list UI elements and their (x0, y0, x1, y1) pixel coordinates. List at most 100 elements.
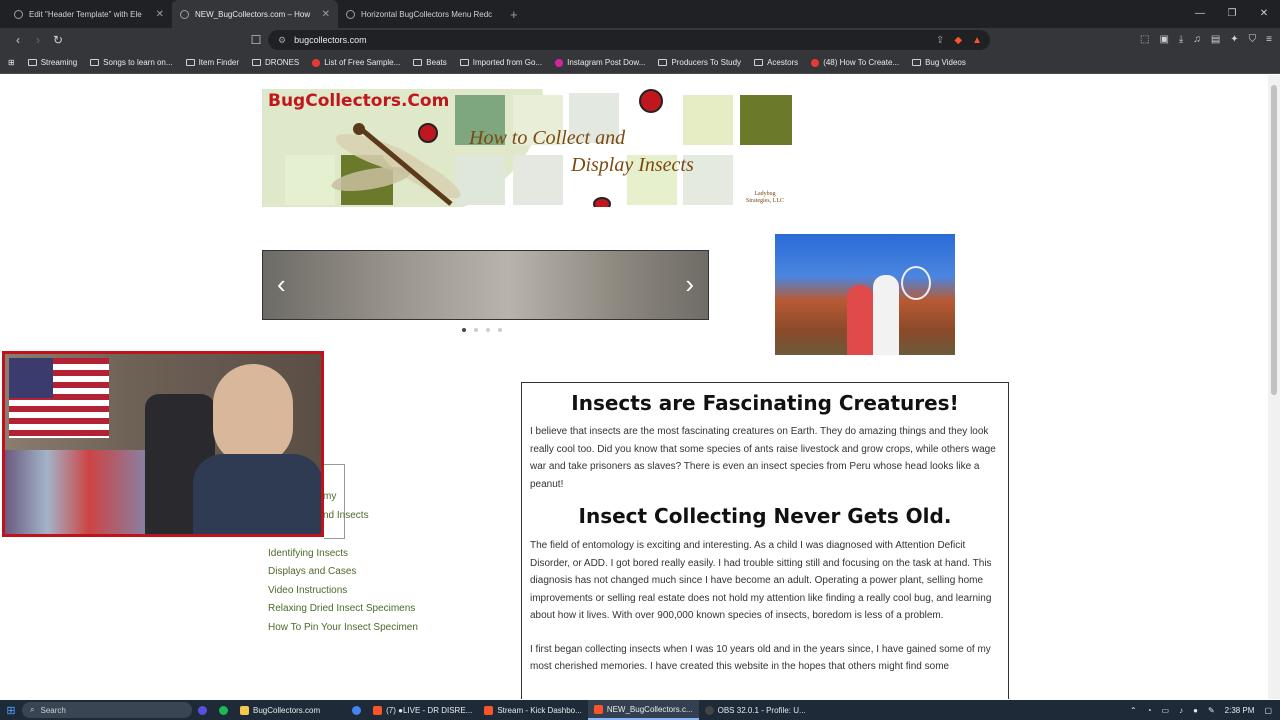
taskbar-app[interactable]: Stream - Kick Dashbo... (478, 700, 587, 720)
copilot-icon (198, 705, 207, 715)
bookmark-item[interactable]: Streaming (27, 58, 77, 67)
sidebar-icon[interactable]: ▣ (1159, 34, 1168, 45)
sidebar-item-partial[interactable]: my (323, 491, 336, 502)
display-icon[interactable]: ▭ (1162, 706, 1170, 715)
notifications-icon[interactable]: ▢ (1264, 706, 1272, 715)
close-window-icon[interactable]: ✕ (1248, 0, 1280, 28)
taskbar-app[interactable]: OBS 32.0.1 - Profile: U... (699, 700, 812, 720)
browser-toolbar: ‹ › ↻ ☐ ⚙ bugcollectors.com ⇪ ◆ ▲ ⬚ ▣ ⤓ … (0, 28, 1280, 52)
bookmark-item[interactable]: Beats (413, 58, 447, 67)
sidebar-item-partial[interactable]: nd Insects (323, 510, 369, 521)
forward-icon[interactable]: › (28, 33, 48, 47)
tab-bugcollectors[interactable]: NEW_BugCollectors.com – How ✕ (172, 0, 338, 28)
bookmark-item[interactable]: List of Free Sample... (312, 58, 400, 67)
site-banner[interactable]: BugCollectors.Com How to Collect and Dis… (262, 89, 792, 207)
bookmark-item[interactable]: (48) How To Create... (811, 58, 899, 67)
apps-icon[interactable]: ⊞ (8, 58, 15, 67)
brave-icon (484, 705, 494, 715)
taskbar-app[interactable]: BugCollectors.com (234, 700, 326, 720)
volume-icon[interactable]: ♪ (1179, 706, 1183, 715)
brave-rewards-icon[interactable]: ▲ (972, 35, 982, 46)
vpn-icon[interactable]: ⛉ (1249, 34, 1257, 45)
folder-icon (459, 59, 469, 66)
bookmarks-bar: ⊞ Streaming Songs to learn on... Item Fi… (0, 52, 1280, 74)
leo-icon[interactable]: ✦ (1230, 34, 1238, 45)
slider-dot[interactable] (498, 328, 502, 332)
close-icon[interactable]: ✕ (156, 9, 164, 20)
slider-prev-icon[interactable]: ‹ (277, 269, 286, 300)
couch-image (5, 450, 145, 534)
banner-company: Ladybug Strategies, LLC (746, 191, 784, 204)
slider-dot[interactable] (474, 328, 478, 332)
mic-icon[interactable]: ● (1193, 706, 1198, 715)
slider-dot[interactable] (486, 328, 490, 332)
bookmark-item[interactable]: Songs to learn on... (90, 58, 173, 67)
spotify-icon (219, 705, 228, 715)
restore-icon[interactable]: ❐ (1216, 0, 1248, 28)
banner-subtitle-2: Display Insects (571, 154, 694, 176)
chrome-icon (352, 705, 362, 715)
folder-icon (240, 705, 249, 715)
sidebar-item-displays-cases[interactable]: Displays and Cases (268, 566, 356, 577)
image-slider[interactable]: ‹ › (262, 250, 709, 320)
folder-icon (413, 59, 423, 66)
taskbar-spotify-icon[interactable] (213, 700, 234, 720)
bookmark-icon[interactable]: ☐ (246, 33, 266, 47)
bookmark-item[interactable]: Instagram Post Dow... (555, 58, 645, 67)
dragonfly-image (331, 123, 461, 206)
taskbar-copilot-icon[interactable] (192, 700, 213, 720)
bookmark-item[interactable]: Bug Videos (912, 58, 966, 67)
tray-chevron-icon[interactable]: ⌃ (1130, 706, 1137, 715)
bookmark-item[interactable]: Acestors (754, 58, 798, 67)
sidebar-item-relaxing-specimens[interactable]: Relaxing Dried Insect Specimens (268, 603, 415, 614)
bookmark-item[interactable]: DRONES (252, 58, 299, 67)
wallet-icon[interactable]: ▤ (1211, 34, 1220, 45)
tab-title: Horizontal BugCollectors Menu Redc (361, 9, 493, 19)
heading-fascinating: Insects are Fascinating Creatures! (571, 391, 959, 415)
download-icon[interactable]: ⤓ (1179, 34, 1183, 45)
brave-shields-icon[interactable]: ◆ (954, 35, 962, 46)
extensions-icon[interactable]: ⬚ (1140, 34, 1149, 45)
taskbar-chrome-icon[interactable] (346, 700, 367, 720)
slider-dot[interactable] (462, 328, 466, 332)
bookmark-item[interactable]: Item Finder (185, 58, 239, 67)
windows-start-icon[interactable]: ⊞ (0, 704, 22, 717)
site-info-icon[interactable]: ⚙ (278, 35, 286, 46)
system-tray: ⌃ ◔ ▭ ♪ ● ✎ 2:38 PM ▢ (1130, 706, 1272, 715)
address-bar[interactable]: ⚙ bugcollectors.com ⇪ ◆ ▲ (268, 30, 990, 50)
back-icon[interactable]: ‹ (8, 33, 28, 47)
page-scrollbar[interactable] (1268, 75, 1280, 699)
music-icon[interactable]: ♫ (1193, 34, 1201, 45)
folder-icon (754, 59, 764, 66)
slider-next-icon[interactable]: › (685, 269, 694, 300)
taskbar-search[interactable]: ⌕ Search (22, 702, 192, 718)
share-icon[interactable]: ⇪ (936, 35, 944, 46)
banner-site-name: BugCollectors.Com (268, 91, 450, 111)
window-controls: — ❐ ✕ (1184, 0, 1280, 28)
scrollbar-thumb[interactable] (1271, 85, 1277, 395)
sidebar-item-pin-specimen[interactable]: How To Pin Your Insect Specimen (268, 622, 418, 633)
url-text: bugcollectors.com (294, 35, 367, 45)
tab-edit-header[interactable]: Edit "Header Template" with Ele ✕ (6, 0, 172, 28)
reload-icon[interactable]: ↻ (48, 33, 68, 47)
site-icon (312, 58, 321, 67)
clock-text[interactable]: 2:38 PM (1225, 706, 1255, 715)
tab-horizontal-menu[interactable]: Horizontal BugCollectors Menu Redc (338, 0, 504, 28)
new-tab-button[interactable]: + (510, 7, 518, 22)
taskbar-app[interactable]: (7) ●LIVE - DR DISRE... (367, 700, 478, 720)
close-icon[interactable]: ✕ (322, 9, 330, 20)
sidebar-item-video-instructions[interactable]: Video Instructions (268, 585, 347, 596)
globe-icon (14, 9, 23, 19)
network-icon[interactable]: ◔ (1147, 706, 1152, 715)
taskbar-app-active[interactable]: NEW_BugCollectors.c... (587, 700, 699, 720)
menu-icon[interactable]: ≡ (1266, 34, 1272, 45)
sidebar-item-identifying-insects[interactable]: Identifying Insects (268, 548, 348, 559)
bookmark-item[interactable]: Producers To Study (658, 58, 741, 67)
folder-icon (912, 59, 922, 66)
insect-net-icon (901, 266, 931, 300)
minimize-icon[interactable]: — (1184, 0, 1216, 28)
ladybug-icon (639, 89, 663, 113)
pen-icon[interactable]: ✎ (1208, 706, 1215, 715)
banner-tile (683, 95, 733, 145)
bookmark-item[interactable]: Imported from Go... (459, 58, 542, 67)
